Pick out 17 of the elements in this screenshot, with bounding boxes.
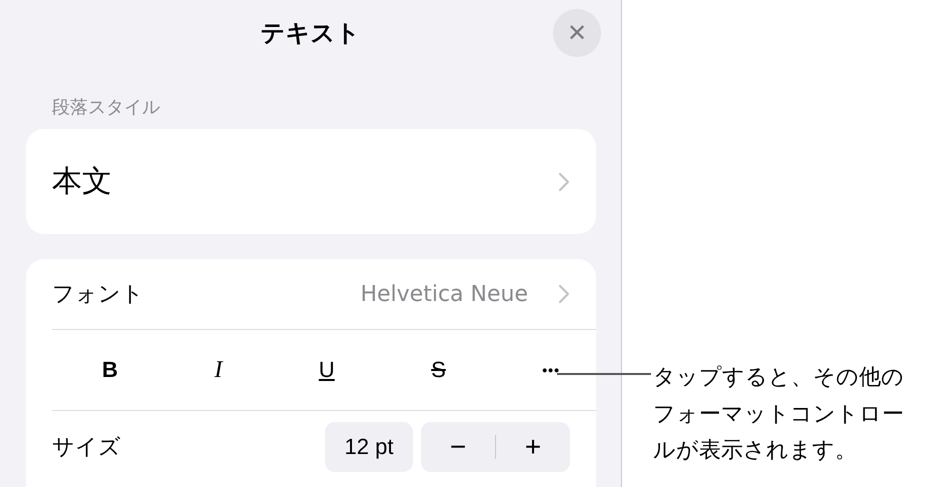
size-label: サイズ <box>52 434 121 462</box>
increase-button[interactable]: + <box>496 422 570 472</box>
callout-text: タップすると、その他の フォーマットコントロー ルが表示されます。 <box>653 364 904 465</box>
chevron-icon <box>558 284 570 304</box>
format-button[interactable]: I <box>208 352 228 388</box>
format-button[interactable]: S <box>425 353 452 387</box>
section-label: 段落スタイル <box>52 96 161 120</box>
paragraph-style-row[interactable]: 本文 <box>26 129 596 234</box>
font-label: フォント <box>52 281 144 309</box>
decrease-button[interactable]: − <box>421 422 495 472</box>
chevron-icon <box>558 172 570 192</box>
format-button[interactable]: ••• <box>536 358 566 382</box>
paragraph-style-value: 本文 <box>52 163 112 201</box>
format-button[interactable]: U <box>312 353 341 387</box>
format-button[interactable]: B <box>96 353 124 387</box>
size-value[interactable]: 12 pt <box>325 422 413 472</box>
panel-title: テキスト <box>260 18 360 49</box>
